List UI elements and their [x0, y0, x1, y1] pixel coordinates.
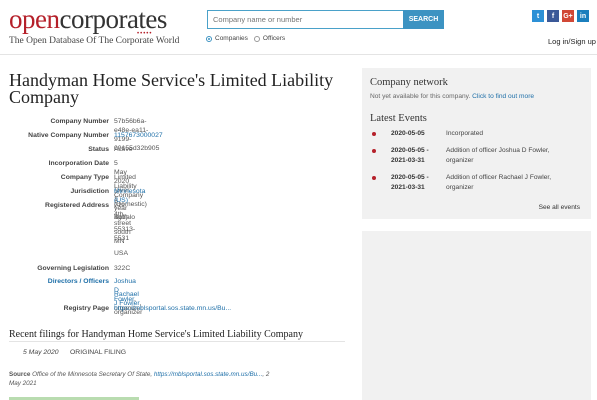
- event-item: 2020-05-05 Incorporated: [362, 129, 591, 141]
- login-signup-link[interactable]: Log in/Sign up: [548, 37, 596, 46]
- radio-officers[interactable]: Officers: [253, 35, 286, 42]
- event-date: 2020-05-05 - 2021-03-31: [391, 147, 429, 164]
- social-links: t f G+ in: [532, 10, 589, 22]
- google-plus-icon[interactable]: G+: [562, 10, 574, 22]
- opencorporates-logo[interactable]: opencorporates: [9, 6, 167, 33]
- search-button[interactable]: SEARCH: [403, 10, 444, 29]
- header-divider: [0, 54, 597, 55]
- event-text: Addition of officer Joshua D Fowler, org…: [446, 147, 550, 164]
- event-bullet-icon: [372, 132, 376, 136]
- filing-date: 5 May 2020: [23, 349, 59, 356]
- event-text: Incorporated: [446, 130, 484, 137]
- filing-name[interactable]: ORIGINAL FILING: [70, 349, 126, 356]
- source-label: Source: [9, 371, 31, 378]
- event-date: 2020-05-05 - 2021-03-31: [391, 174, 429, 191]
- radio-companies[interactable]: Companies: [206, 35, 248, 42]
- event-bullet-icon: [372, 176, 376, 180]
- event-text: Addition of officer Rachael J Fowler, or…: [446, 174, 552, 191]
- tagline: The Open Database Of The Corporate World: [9, 36, 180, 46]
- see-all-events-link[interactable]: See all events: [539, 204, 580, 211]
- jurisdiction-label: Jurisdiction: [70, 188, 109, 195]
- status-label: Status: [88, 146, 109, 153]
- network-status-text: Not yet available for this company.: [370, 93, 473, 100]
- search-type-radios: Companies Officers: [206, 35, 285, 42]
- twitter-icon[interactable]: t: [532, 10, 544, 22]
- source-link[interactable]: https://mblsportal.sos.state.mn.us/Bu...: [154, 371, 263, 378]
- address-line: Buffalo: [114, 214, 136, 221]
- event-bullet-icon: [372, 149, 376, 153]
- native-number-label: Native Company Number: [28, 132, 109, 139]
- directors-officers-link[interactable]: Directors / Officers: [0, 277, 109, 286]
- native-number-link[interactable]: 1157673000027: [114, 131, 163, 140]
- radio-selected-icon: [206, 35, 212, 42]
- address-line: MN: [114, 238, 125, 245]
- registry-page-label: Registry Page: [63, 305, 109, 312]
- radio-officers-label: Officers: [262, 35, 286, 42]
- facebook-icon[interactable]: f: [547, 10, 559, 22]
- company-network-text: Not yet available for this company. Clic…: [370, 93, 591, 100]
- incorporation-label: Incorporation Date: [48, 160, 109, 167]
- sidebar-lower-panel: [362, 231, 591, 400]
- latest-events-panel: Latest Events 2020-05-05 Incorporated 20…: [362, 106, 591, 219]
- logo-text-open: open: [9, 4, 60, 34]
- event-date: 2020-05-05: [391, 130, 425, 137]
- radio-unselected-icon: [253, 35, 260, 42]
- status-value: Active: [114, 146, 133, 153]
- governing-legislation-value: 322C: [114, 265, 131, 272]
- filings-source: Source Office of the Minnesota Secretary…: [9, 370, 279, 388]
- event-item: 2020-05-05 - 2021-03-31 Addition of offi…: [362, 146, 591, 168]
- address-line: USA: [114, 250, 128, 257]
- governing-legislation-label: Governing Legislation: [37, 265, 109, 272]
- logo-text-corporates: corporates: [59, 4, 167, 34]
- company-network-panel: Company network Not yet available for th…: [362, 68, 591, 111]
- event-item: 2020-05-05 - 2021-03-31 Addition of offi…: [362, 173, 591, 195]
- radio-companies-label: Companies: [215, 35, 248, 42]
- company-network-title: Company network: [370, 77, 448, 88]
- recent-filings-heading: Recent filings for Handyman Home Service…: [9, 329, 303, 340]
- linkedin-icon[interactable]: in: [577, 10, 589, 22]
- find-out-more-link[interactable]: Click to find out more: [472, 93, 534, 100]
- company-type-label: Company Type: [60, 174, 109, 181]
- filings-divider: [9, 341, 345, 342]
- registry-page-link[interactable]: https://mblsportal.sos.state.mn.us/Bu...: [114, 304, 231, 313]
- search-bar: SEARCH: [207, 10, 444, 29]
- source-text: Office of the Minnesota Secretary Of Sta…: [30, 371, 154, 378]
- search-input[interactable]: [207, 10, 403, 29]
- registered-address-label: Registered Address: [45, 202, 109, 209]
- company-title: Handyman Home Service's Limited Liabilit…: [9, 70, 334, 107]
- latest-events-title: Latest Events: [370, 113, 427, 124]
- company-number-label: Company Number: [50, 118, 109, 125]
